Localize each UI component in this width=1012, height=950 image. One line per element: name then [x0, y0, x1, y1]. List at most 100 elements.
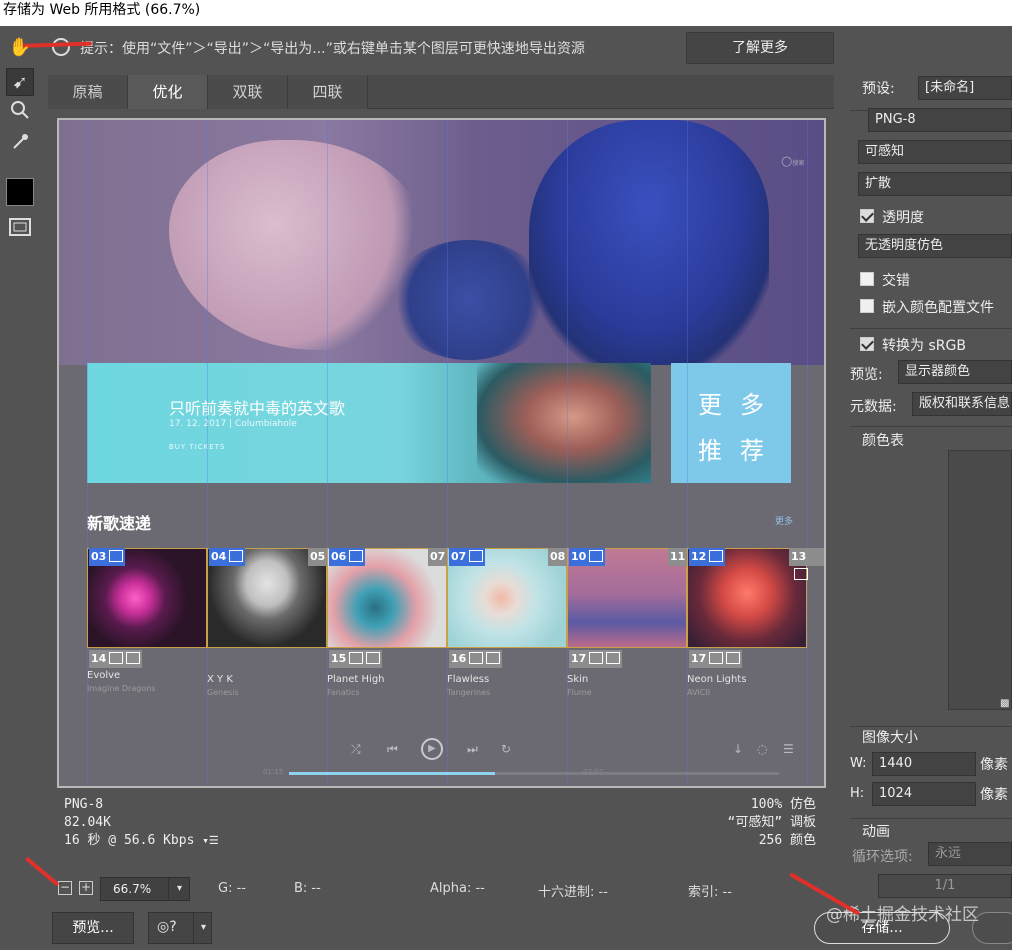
song-title: Evolve [87, 670, 121, 681]
format-text: PNG-8 [64, 797, 104, 812]
learn-more-button[interactable]: 了解更多 [686, 32, 834, 64]
link-slice-icon [366, 652, 381, 664]
slice-select-icon[interactable]: ➹ [6, 68, 34, 96]
song-artist: Genesis [207, 688, 239, 697]
progress-fill [289, 772, 495, 775]
slice-visibility-icon[interactable] [6, 214, 34, 240]
preview-button[interactable]: 预览... [52, 912, 134, 944]
time-end: 03:07 [583, 768, 604, 776]
image-slice-icon [709, 550, 724, 562]
height-unit: 像素 [980, 787, 1008, 803]
tool-strip: ✋ ➹ [0, 30, 40, 245]
image-slice-icon [589, 652, 604, 664]
eyedropper-icon[interactable] [6, 132, 34, 160]
zoom-icon[interactable] [6, 100, 34, 128]
image-size-title: 图像大小 [862, 730, 918, 746]
transparency-checkbox[interactable] [860, 209, 874, 223]
metadata-select[interactable]: 版权和联系信息 [912, 392, 1012, 416]
speed-menu-icon[interactable]: ▾☰ [202, 834, 218, 847]
watermark-text: @稀土掘金技术社区 [826, 905, 979, 925]
color-count-text: 256 颜色 [758, 833, 816, 848]
metadata-label: 元数据: [850, 399, 897, 415]
zoom-out-button[interactable]: − [58, 881, 72, 895]
shuffle-icon: ⤮ [351, 742, 361, 756]
color-reduction-select[interactable]: 可感知 [858, 140, 1012, 164]
slice-number-badge: 04 [209, 548, 246, 566]
link-slice-icon [126, 652, 141, 664]
slice-number-badge: 10 [569, 548, 606, 566]
slice-number-badge: 16 [449, 650, 503, 668]
convert-srgb-label: 转换为 sRGB [882, 338, 966, 354]
interlaced-label: 交错 [882, 273, 910, 289]
zoom-in-button[interactable]: + [79, 881, 93, 895]
more-recommend-box: 更多 推荐 [671, 363, 791, 483]
slice-number-badge: 06 [329, 548, 366, 566]
link-slice-icon [606, 652, 621, 664]
interlaced-checkbox[interactable] [860, 272, 874, 286]
search-icon: ○搜索 [781, 154, 805, 169]
settings-panel: 预设: [未命名] PNG-8 可感知 扩散 透明度 无透明度仿色 交错 嵌入颜… [838, 72, 1012, 902]
image-slice-icon [349, 550, 364, 562]
tab-original[interactable]: 原稿 [48, 75, 128, 109]
convert-srgb-checkbox[interactable] [860, 337, 874, 351]
image-slice-icon [794, 568, 808, 580]
song-artist: Fanatics [327, 688, 360, 697]
preset-select[interactable]: [未命名] [918, 76, 1012, 100]
play-icon: ▶ [421, 738, 443, 760]
preset-label: 预设: [862, 81, 895, 97]
color-table[interactable] [948, 450, 1012, 710]
download-icon: ↓ [733, 742, 744, 756]
section-title: 新歌速递 [87, 514, 152, 533]
more-line-1: 更多 [698, 391, 782, 419]
loop-select[interactable]: 永远 [928, 842, 1012, 866]
song-artist: Tangerines [447, 688, 491, 697]
view-tabs: 原稿 优化 双联 四联 [48, 75, 834, 109]
slice-number-badge: 08 [548, 548, 568, 566]
readout-index: 索引: -- [688, 885, 732, 900]
info-icon [52, 38, 70, 56]
palette-text: “可感知” 调板 [727, 815, 816, 830]
transparency-label: 透明度 [882, 210, 924, 226]
dither-text: 100% 仿色 [750, 797, 816, 812]
hand-icon[interactable]: ✋ [6, 34, 34, 62]
preview-select[interactable]: 显示器颜色 [898, 360, 1012, 384]
matte-dither-select[interactable]: 无透明度仿色 [858, 234, 1012, 258]
song-title: Planet High [327, 674, 385, 685]
image-slice-icon [109, 550, 124, 562]
next-icon: ⏭ [467, 742, 478, 756]
optimization-info-right: 100% 仿色 “可感知” 调板 256 颜色 [600, 796, 816, 850]
tab-optimized[interactable]: 优化 [128, 75, 208, 109]
height-label: H: [850, 786, 865, 801]
slice-number-badge: 11 [668, 548, 688, 566]
playlist-icon: ☰ [783, 742, 794, 756]
tab-2-up[interactable]: 双联 [208, 75, 288, 109]
loop-label: 循环选项: [852, 849, 913, 865]
search-label: 搜索 [792, 160, 805, 167]
banner-portrait-graphic [477, 363, 651, 483]
link-slice-icon [726, 652, 741, 664]
height-input[interactable]: 1024 [872, 782, 976, 806]
color-table-menu-icon[interactable]: ▩ [1000, 698, 1009, 709]
dither-select[interactable]: 扩散 [858, 172, 1012, 196]
browser-preview-button[interactable]: ◎? ▾ [148, 912, 212, 944]
readout-alpha: Alpha: -- [430, 881, 485, 896]
slice-number-badge: 17 [569, 650, 623, 668]
eyedropper-color-swatch[interactable] [6, 178, 34, 206]
slice-number-badge: 12 [689, 548, 726, 566]
slice-number-badge: 13 [789, 548, 824, 580]
slice-number-badge: 07 [449, 548, 486, 566]
animation-title: 动画 [862, 824, 890, 840]
embed-profile-checkbox[interactable] [860, 299, 874, 313]
chevron-down-icon[interactable]: ▾ [168, 877, 190, 901]
slice-number-badge: 17 [689, 650, 743, 668]
width-input[interactable]: 1440 [872, 752, 976, 776]
image-preview[interactable]: ○搜索 只听前奏就中毒的英文歌 17. 12. 2017 | Columbiah… [57, 118, 826, 788]
song-artist: AVICII [687, 688, 711, 697]
readout-b: B: -- [294, 881, 321, 896]
chevron-down-icon[interactable]: ▾ [193, 913, 213, 943]
width-label: W: [850, 756, 867, 771]
tab-4-up[interactable]: 四联 [288, 75, 368, 109]
format-select[interactable]: PNG-8 [868, 108, 1012, 132]
hint-bar: 提示：使用“文件”＞“导出”＞“导出为...”或右键单击某个图层可更快速地导出资… [44, 30, 1012, 64]
embed-profile-label: 嵌入颜色配置文件 [882, 300, 994, 316]
